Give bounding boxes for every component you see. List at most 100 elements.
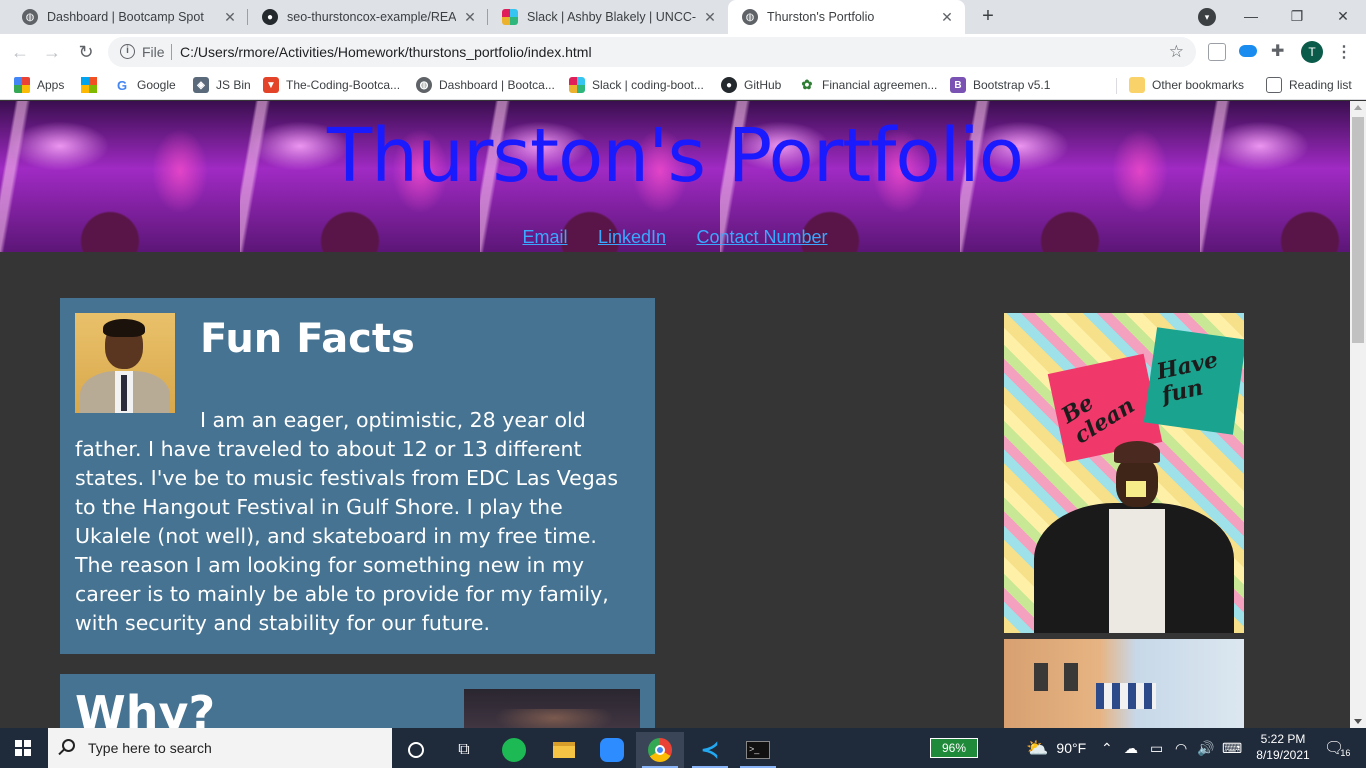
cloud-icon[interactable] bbox=[1239, 45, 1257, 57]
bookmark-label: Reading list bbox=[1289, 78, 1352, 92]
portrait-photo: Be clean Have fun bbox=[1004, 313, 1244, 633]
close-window-button[interactable]: ✕ bbox=[1320, 0, 1366, 34]
volume-icon[interactable]: 🔊 bbox=[1197, 728, 1214, 768]
browser-toolbar: ← → ↻ i File C:/Users/rmore/Activities/H… bbox=[0, 34, 1366, 70]
linkedin-link[interactable]: LinkedIn bbox=[598, 227, 666, 247]
sign-text: Be clean bbox=[1056, 389, 1140, 450]
close-tab-icon[interactable]: ✕ bbox=[702, 9, 718, 26]
clock-time: 5:22 PM bbox=[1260, 732, 1306, 746]
bookmark-coding-bootcamp[interactable]: ▼ The-Coding-Bootca... bbox=[263, 76, 400, 94]
header-nav: Email LinkedIn Contact Number bbox=[0, 227, 1350, 248]
github-icon: ● bbox=[721, 77, 737, 93]
bookmark-github[interactable]: ● GitHub bbox=[721, 76, 781, 94]
email-link[interactable]: Email bbox=[522, 227, 567, 247]
scroll-thumb[interactable] bbox=[1352, 117, 1364, 343]
weather-temp: 90°F bbox=[1056, 740, 1087, 756]
extension-doc-icon[interactable] bbox=[1208, 43, 1226, 61]
minimize-button[interactable]: — bbox=[1228, 0, 1274, 34]
wifi-icon[interactable]: ◠ bbox=[1175, 728, 1187, 768]
system-clock[interactable]: 5:22 PM 8/19/2021 bbox=[1253, 731, 1313, 763]
extensions-puzzle-icon[interactable]: ✚ bbox=[1271, 43, 1289, 61]
back-arrow-icon[interactable]: ← bbox=[8, 40, 32, 64]
page-scrollbar[interactable] bbox=[1350, 101, 1366, 728]
new-tab-button[interactable]: + bbox=[976, 5, 1000, 29]
spotify-icon[interactable] bbox=[490, 732, 538, 768]
bookmark-bootstrap[interactable]: B Bootstrap v5.1 bbox=[950, 76, 1050, 94]
bookmark-jsbin[interactable]: ◈ JS Bin bbox=[193, 76, 251, 94]
bookmark-label: Dashboard | Bootca... bbox=[439, 78, 555, 92]
cortana-icon[interactable] bbox=[392, 732, 440, 768]
battery-icon[interactable]: ▭ bbox=[1150, 728, 1163, 768]
divider bbox=[171, 44, 172, 60]
show-hidden-icons-chevron-icon[interactable]: ⌃ bbox=[1101, 728, 1113, 768]
bookmark-apps[interactable]: Apps bbox=[14, 76, 64, 94]
vscode-icon[interactable]: ≺ bbox=[686, 732, 734, 768]
tab-dashboard[interactable]: ◍ Dashboard | Bootcamp Spot ✕ bbox=[8, 0, 248, 34]
other-bookmarks[interactable]: Other bookmarks bbox=[1129, 76, 1244, 94]
bookmarks-bar: Apps G Google ◈ JS Bin ▼ The-Coding-Boot… bbox=[0, 70, 1366, 100]
apps-grid-icon bbox=[14, 77, 30, 93]
scroll-down-icon[interactable] bbox=[1354, 719, 1362, 724]
forward-arrow-icon[interactable]: → bbox=[40, 40, 64, 64]
file-explorer-icon[interactable] bbox=[540, 732, 588, 768]
chrome-icon[interactable] bbox=[636, 732, 684, 768]
reload-icon[interactable]: ↻ bbox=[74, 40, 98, 64]
notification-center-icon[interactable]: 🗨 16 bbox=[1324, 728, 1350, 768]
reading-list-icon bbox=[1266, 77, 1282, 93]
bookmark-google[interactable]: G Google bbox=[114, 76, 176, 94]
github-icon: ● bbox=[262, 9, 278, 25]
menu-kebab-icon[interactable]: ⋮ bbox=[1336, 42, 1352, 62]
url-text[interactable]: C:/Users/rmore/Activities/Homework/thurs… bbox=[180, 44, 592, 60]
close-tab-icon[interactable]: ✕ bbox=[939, 9, 955, 26]
jsbin-icon: ◈ bbox=[193, 77, 209, 93]
page-viewport: Thurston's Portfolio Email LinkedIn Cont… bbox=[0, 101, 1350, 728]
close-tab-icon[interactable]: ✕ bbox=[462, 9, 478, 26]
info-icon[interactable]: i bbox=[120, 44, 135, 59]
bookmark-microsoft[interactable] bbox=[81, 76, 104, 94]
slack-icon bbox=[569, 77, 585, 93]
bootstrap-icon: B bbox=[950, 77, 966, 93]
tab-portfolio[interactable]: ◍ Thurston's Portfolio ✕ bbox=[728, 0, 965, 34]
scroll-up-icon[interactable] bbox=[1354, 105, 1362, 110]
slack-icon bbox=[502, 9, 518, 25]
bookmark-label: Slack | coding-boot... bbox=[592, 78, 704, 92]
fun-facts-heading: Fun Facts bbox=[200, 316, 415, 362]
sign-text: Have fun bbox=[1154, 346, 1221, 409]
bookmark-label: GitHub bbox=[744, 78, 782, 92]
page-title: Thurston's Portfolio bbox=[326, 113, 1024, 199]
sign-teal: Have fun bbox=[1143, 327, 1244, 435]
bookmark-star-icon[interactable]: ☆ bbox=[1169, 42, 1184, 62]
bookmark-label: Apps bbox=[37, 78, 65, 92]
reading-list[interactable]: Reading list bbox=[1266, 76, 1352, 94]
keyboard-icon[interactable]: ⌨ bbox=[1222, 728, 1242, 768]
tab-search-icon[interactable]: ▾ bbox=[1198, 8, 1216, 26]
bookmark-financial[interactable]: ✿ Financial agreemen... bbox=[799, 76, 937, 94]
microsoft-icon bbox=[81, 77, 97, 93]
weather-widget[interactable]: ⛅ 90°F bbox=[1026, 728, 1086, 768]
bookmark-dashboard[interactable]: ◍ Dashboard | Bootca... bbox=[416, 76, 555, 94]
tab-title: Slack | Ashby Blakely | UNCC-VIR bbox=[527, 10, 696, 24]
tab-github[interactable]: ● seo-thurstoncox-example/READM ✕ bbox=[248, 0, 488, 34]
globe-icon: ◍ bbox=[416, 77, 432, 93]
globe-icon: ◍ bbox=[22, 9, 38, 25]
zoom-icon[interactable] bbox=[588, 732, 636, 768]
windows-start-icon[interactable] bbox=[15, 740, 31, 756]
browser-tab-strip: ◍ Dashboard | Bootcamp Spot ✕ ● seo-thur… bbox=[0, 0, 1366, 34]
restore-button[interactable]: ❐ bbox=[1274, 0, 1320, 34]
close-tab-icon[interactable]: ✕ bbox=[222, 9, 238, 26]
tab-title: Thurston's Portfolio bbox=[767, 10, 875, 24]
contact-number-link[interactable]: Contact Number bbox=[696, 227, 827, 247]
battery-indicator[interactable]: 96% bbox=[930, 738, 978, 758]
task-view-icon[interactable]: ⧉ bbox=[440, 732, 488, 768]
network-error-icon[interactable]: ☁ bbox=[1124, 728, 1138, 768]
street-photo bbox=[1004, 639, 1244, 728]
search-icon bbox=[62, 739, 75, 752]
bookmark-slack[interactable]: Slack | coding-boot... bbox=[569, 76, 704, 94]
address-bar[interactable]: i File C:/Users/rmore/Activities/Homewor… bbox=[108, 37, 1196, 67]
profile-avatar[interactable]: T bbox=[1301, 41, 1323, 63]
tab-slack[interactable]: Slack | Ashby Blakely | UNCC-VIR ✕ bbox=[488, 0, 728, 34]
bookmark-label: Other bookmarks bbox=[1152, 78, 1245, 92]
taskbar-search-box[interactable]: Type here to search bbox=[48, 728, 392, 768]
terminal-icon[interactable]: >_ bbox=[734, 732, 782, 768]
fun-facts-text: I am an eager, optimistic, 28 year old f… bbox=[75, 408, 619, 635]
